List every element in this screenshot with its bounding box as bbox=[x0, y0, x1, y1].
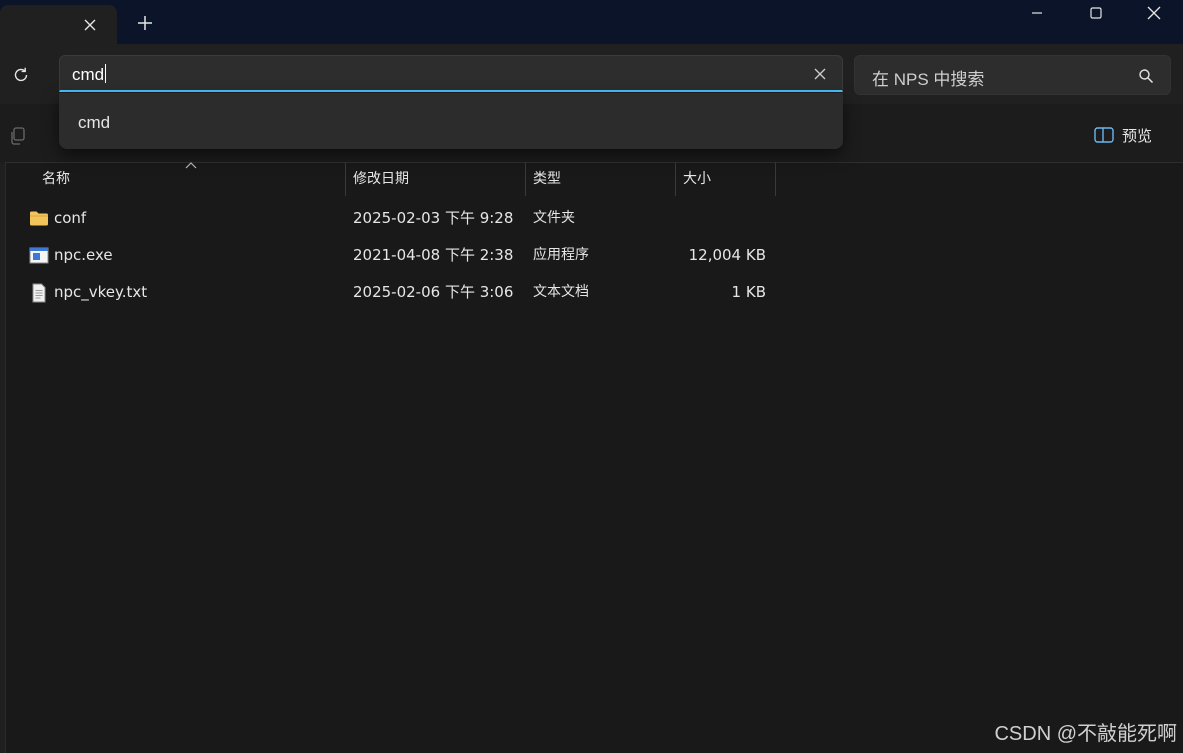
new-tab-button[interactable] bbox=[132, 10, 158, 36]
preview-label: 预览 bbox=[1122, 126, 1153, 145]
file-row[interactable]: conf 2025-02-03 下午 9:28 文件夹 bbox=[5, 200, 1178, 237]
file-name: npc_vkey.txt bbox=[54, 283, 148, 301]
address-input-value[interactable]: cmd bbox=[72, 64, 107, 85]
application-icon bbox=[29, 247, 49, 264]
title-bar bbox=[0, 0, 1183, 44]
file-size bbox=[625, 200, 766, 237]
suggestion-label: cmd bbox=[78, 113, 111, 132]
maximize-icon bbox=[1090, 7, 1102, 19]
column-header-modified[interactable]: 修改日期 bbox=[346, 162, 526, 196]
preview-pane-icon bbox=[1094, 127, 1114, 143]
file-type: 应用程序 bbox=[533, 247, 589, 263]
file-name: conf bbox=[54, 209, 87, 227]
clear-icon bbox=[814, 68, 826, 80]
file-modified: 2025-02-03 下午 9:28 bbox=[353, 209, 514, 227]
minimize-button[interactable] bbox=[1008, 0, 1066, 26]
search-placeholder: 在 NPS 中搜索 bbox=[872, 70, 985, 89]
file-size: 12,004 KB bbox=[688, 246, 766, 264]
text-file-icon bbox=[32, 283, 46, 303]
file-modified: 2021-04-08 下午 2:38 bbox=[353, 246, 514, 264]
clear-address-button[interactable] bbox=[812, 66, 828, 82]
file-row[interactable]: npc_vkey.txt 2025-02-06 下午 3:06 文本文档 1 K… bbox=[5, 274, 1178, 311]
search-icon[interactable] bbox=[1138, 68, 1154, 84]
file-modified: 2025-02-06 下午 3:06 bbox=[353, 283, 514, 301]
search-input[interactable]: 在 NPS 中搜索 bbox=[854, 55, 1171, 95]
active-tab[interactable] bbox=[0, 5, 117, 44]
folder-icon bbox=[30, 211, 48, 226]
close-window-button[interactable] bbox=[1125, 0, 1183, 26]
file-type: 文本文档 bbox=[533, 284, 589, 300]
file-row[interactable]: npc.exe 2021-04-08 下午 2:38 应用程序 12,004 K… bbox=[5, 237, 1178, 274]
column-headers: 名称 修改日期 类型 大小 bbox=[0, 162, 1183, 196]
minimize-icon bbox=[1032, 12, 1042, 14]
maximize-button[interactable] bbox=[1067, 0, 1125, 26]
watermark: CSDN @不敲能死啊 bbox=[994, 723, 1177, 745]
refresh-button[interactable] bbox=[8, 62, 34, 88]
column-header-name[interactable]: 名称 bbox=[35, 162, 346, 196]
suggestion-item[interactable]: cmd bbox=[59, 93, 843, 149]
address-input[interactable]: cmd bbox=[59, 55, 843, 92]
file-size: 1 KB bbox=[731, 283, 766, 301]
copy-icon[interactable] bbox=[8, 126, 28, 146]
address-suggestions-dropdown: cmd bbox=[59, 93, 843, 149]
column-header-size[interactable]: 大小 bbox=[676, 162, 776, 196]
column-header-type[interactable]: 类型 bbox=[526, 162, 676, 196]
close-icon bbox=[1147, 6, 1161, 20]
preview-pane-button[interactable]: 预览 bbox=[1094, 123, 1152, 147]
text-caret bbox=[105, 64, 107, 83]
file-type: 文件夹 bbox=[533, 210, 575, 226]
plus-icon bbox=[138, 16, 152, 30]
refresh-icon bbox=[14, 67, 28, 82]
tab-close-icon[interactable] bbox=[78, 13, 102, 37]
file-name: npc.exe bbox=[54, 246, 113, 264]
